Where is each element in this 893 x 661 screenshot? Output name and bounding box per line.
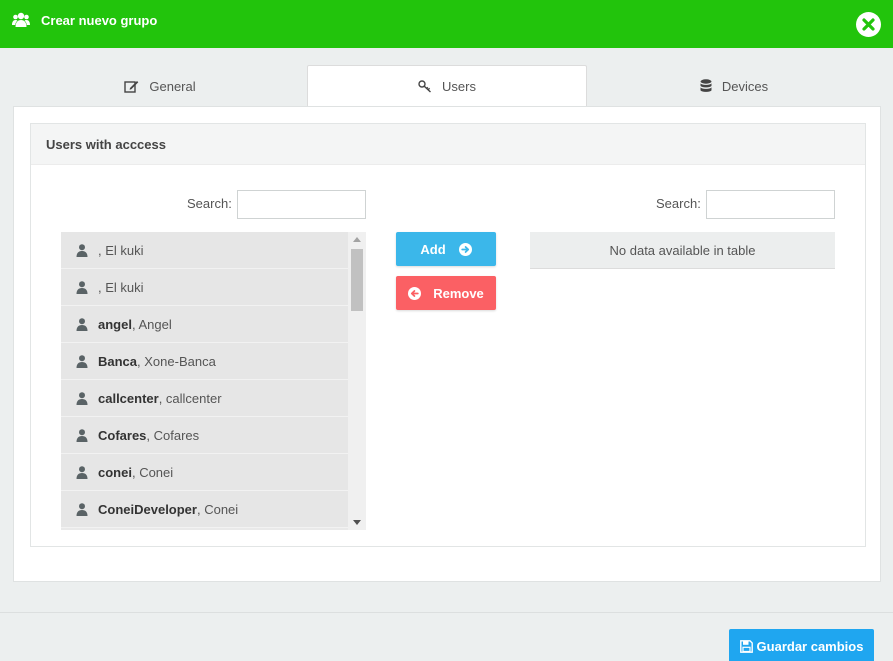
- tab-general-label: General: [149, 78, 196, 94]
- user-name: , callcenter: [158, 390, 222, 406]
- tab-devices-label: Devices: [721, 78, 769, 94]
- floppy-disk-icon: [739, 639, 753, 653]
- user-list-item[interactable]: Banca, Xone-Banca: [61, 343, 348, 380]
- user-login: Banca: [98, 353, 138, 369]
- user-label: , El kuki: [98, 280, 144, 295]
- user-label: conei, Conei: [98, 465, 173, 480]
- user-list-item[interactable]: conei, Conei: [61, 454, 348, 491]
- scroll-up-arrow[interactable]: [353, 237, 361, 242]
- user-label: Banca, Xone-Banca: [98, 354, 216, 369]
- user-icon: [76, 280, 88, 294]
- footer-divider: [0, 612, 893, 613]
- user-label: ConeiDeveloper, Conei: [98, 502, 238, 517]
- user-login: Cofares: [98, 427, 147, 443]
- users-access-panel: Users with acccess Search: Search: , El …: [30, 123, 866, 547]
- empty-table-text: No data available in table: [609, 242, 756, 258]
- user-list-item[interactable]: , El kuki: [61, 232, 348, 269]
- add-button[interactable]: Add: [396, 232, 496, 266]
- tab-general[interactable]: General: [13, 65, 307, 107]
- close-button[interactable]: [856, 12, 881, 37]
- user-list-item[interactable]: Cofares, Cofares: [61, 417, 348, 454]
- panel-title: Users with acccess: [31, 124, 865, 165]
- user-list-item[interactable]: callcenter, callcenter: [61, 380, 348, 417]
- user-icon: [76, 317, 88, 331]
- add-button-label: Add: [420, 241, 446, 257]
- user-list-item[interactable]: angel, Angel: [61, 306, 348, 343]
- tab-bar: General Users Devices: [13, 65, 881, 107]
- remove-button-label: Remove: [433, 285, 484, 301]
- user-name: , Conei: [131, 464, 174, 480]
- arrow-circle-left-icon: [408, 286, 422, 300]
- user-name: , El kuki: [98, 242, 144, 258]
- tab-users[interactable]: Users: [307, 65, 587, 107]
- tab-content: Users with acccess Search: Search: , El …: [13, 106, 881, 582]
- user-name: , El kuki: [98, 279, 144, 295]
- modal-header: Crear nuevo grupo: [0, 0, 893, 48]
- user-list-item[interactable]: ConeiDeveloper, Conei: [61, 491, 348, 528]
- user-label: callcenter, callcenter: [98, 391, 222, 406]
- users-group-icon: [12, 12, 30, 27]
- user-icon: [76, 428, 88, 442]
- user-login: conei: [98, 464, 132, 480]
- scroll-thumb[interactable]: [351, 249, 363, 311]
- edit-icon: [124, 80, 139, 93]
- user-icon: [76, 243, 88, 257]
- key-icon: [418, 80, 431, 93]
- user-icon: [76, 465, 88, 479]
- scroll-down-arrow[interactable]: [353, 520, 361, 525]
- list-scrollbar[interactable]: [348, 232, 366, 530]
- right-search-input[interactable]: [706, 190, 835, 219]
- modal-title: Crear nuevo grupo: [41, 13, 158, 28]
- assigned-users-table: No data available in table: [530, 232, 835, 269]
- available-users-list[interactable]: , El kuki , El kuki angel, Angel Banca, Xon…: [61, 232, 366, 530]
- user-login: ConeiDeveloper: [98, 501, 197, 517]
- user-icon: [76, 354, 88, 368]
- user-label: , El kuki: [98, 243, 144, 258]
- save-button-label: Guardar cambios: [756, 638, 864, 654]
- user-name: , Xone-Banca: [137, 353, 216, 369]
- user-login: callcenter: [98, 390, 159, 406]
- user-list-item[interactable]: , El kuki: [61, 269, 348, 306]
- tab-devices[interactable]: Devices: [587, 65, 881, 107]
- tab-users-label: Users: [442, 79, 476, 94]
- remove-button[interactable]: Remove: [396, 276, 496, 310]
- user-name: , Cofares: [146, 427, 200, 443]
- user-name: , Conei: [196, 501, 239, 517]
- right-search-label: Search:: [656, 196, 701, 211]
- user-name: , Angel: [131, 316, 172, 332]
- save-button[interactable]: Guardar cambios: [729, 629, 874, 661]
- left-search-label: Search:: [187, 196, 232, 211]
- left-search-input[interactable]: [237, 190, 366, 219]
- user-login: angel: [98, 316, 132, 332]
- database-icon: [700, 79, 712, 92]
- user-icon: [76, 502, 88, 516]
- user-icon: [76, 391, 88, 405]
- arrow-circle-right-icon: [458, 242, 472, 256]
- user-label: Cofares, Cofares: [98, 428, 199, 443]
- close-circle-icon: [862, 18, 875, 31]
- user-label: angel, Angel: [98, 317, 172, 332]
